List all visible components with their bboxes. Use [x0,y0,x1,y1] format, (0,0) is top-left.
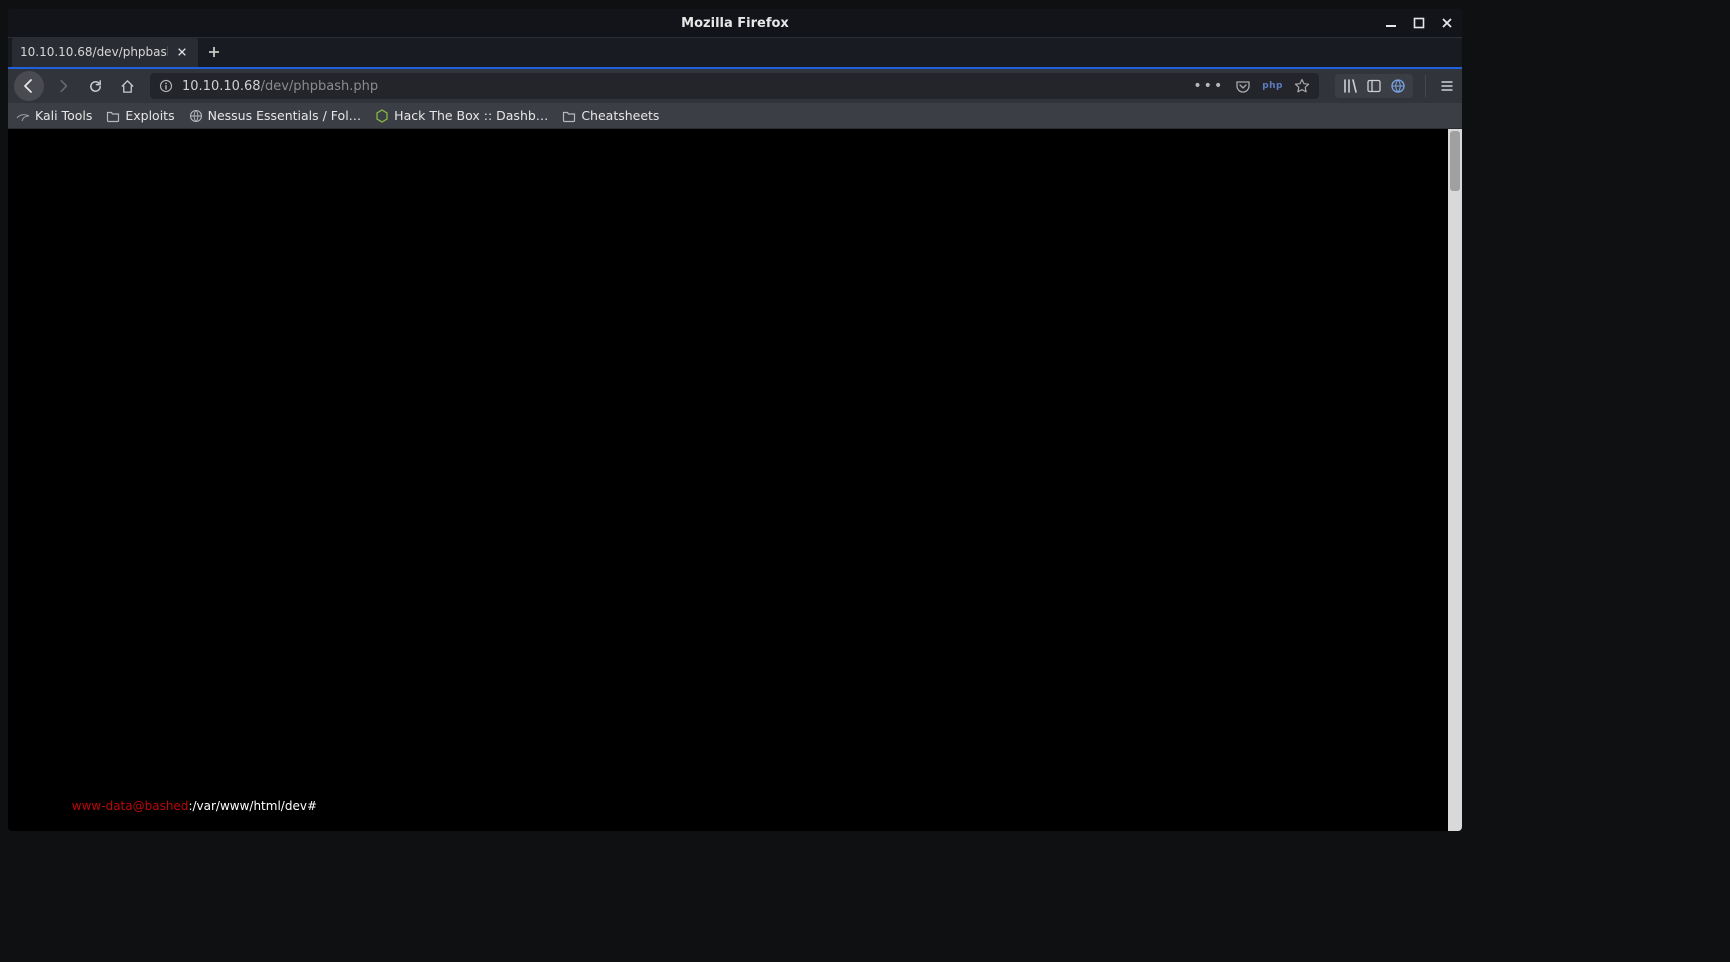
firefox-window: Mozilla Firefox 10.10.10.68/dev/phpbash.… [8,9,1462,831]
bookmark-exploits[interactable]: Exploits [106,108,174,123]
window-controls [1382,14,1456,32]
tab-strip: 10.10.10.68/dev/phpbash.php [8,37,1462,69]
prompt-path: /var/www/html/dev [192,799,306,813]
window-minimize-button[interactable] [1382,14,1400,32]
bookmark-nessus[interactable]: Nessus Essentials / Fol… [189,108,362,123]
window-title: Mozilla Firefox [681,16,789,31]
php-indicator: php [1262,81,1283,91]
prompt-suffix: # [307,799,317,813]
bookmarks-toolbar: Kali Tools Exploits Nessus Essentials / … [8,103,1462,129]
bookmark-htb[interactable]: Hack The Box :: Dashb… [375,108,548,123]
tab-close-button[interactable] [174,44,190,60]
toolbar-divider [1425,75,1426,97]
sidebar-icon[interactable] [1365,77,1383,95]
window-close-button[interactable] [1438,14,1456,32]
site-info-icon[interactable] [158,78,174,94]
url-right-cluster: ••• php [1193,77,1311,95]
bookmark-label: Hack The Box :: Dashb… [394,108,548,123]
tab-label-main: 10.10.10.68/dev/phpbash.p [20,45,168,59]
page-actions-dots-icon[interactable]: ••• [1193,78,1224,94]
url-host: 10.10.10.68 [182,79,261,94]
library-icon[interactable] [1341,77,1359,95]
folder-icon [562,109,576,123]
home-button[interactable] [114,73,140,99]
window-titlebar: Mozilla Firefox [8,9,1462,37]
kali-icon [16,109,30,123]
folder-icon [106,109,120,123]
bookmark-label: Kali Tools [35,108,92,123]
pocket-icon[interactable] [1234,77,1252,95]
bookmark-label: Nessus Essentials / Fol… [208,108,362,123]
bookmark-star-icon[interactable] [1293,77,1311,95]
bookmark-label: Cheatsheets [581,108,659,123]
new-tab-button[interactable] [198,37,230,67]
url-text: 10.10.10.68/dev/phpbash.php [182,79,378,94]
terminal-area[interactable]: www-data@bashed:/var/www/html/dev# [8,129,1448,831]
tab-active[interactable]: 10.10.10.68/dev/phpbash.php [12,37,198,67]
bookmark-kali-tools[interactable]: Kali Tools [16,108,92,123]
tab-label: 10.10.10.68/dev/phpbash.php [20,45,168,59]
shell-prompt: www-data@bashed:/var/www/html/dev# [14,785,317,827]
bookmark-label: Exploits [125,108,174,123]
reload-button[interactable] [82,73,108,99]
back-button[interactable] [14,71,44,101]
hamburger-menu-icon[interactable] [1438,77,1456,95]
vertical-scrollbar[interactable] [1448,129,1462,831]
navigation-toolbar: 10.10.10.68/dev/phpbash.php ••• php [8,69,1462,103]
page-viewport: www-data@bashed:/var/www/html/dev# [8,129,1462,831]
scrollbar-thumb[interactable] [1450,131,1460,191]
url-bar[interactable]: 10.10.10.68/dev/phpbash.php ••• php [150,73,1319,99]
prompt-user: www-data@bashed [72,799,189,813]
toolbar-addons [1335,74,1413,98]
addon-globe-icon[interactable] [1389,77,1407,95]
window-maximize-button[interactable] [1410,14,1428,32]
bookmark-cheatsheets[interactable]: Cheatsheets [562,108,659,123]
url-path: /dev/phpbash.php [261,79,379,94]
forward-button[interactable] [50,73,76,99]
globe-icon [189,109,203,123]
toolbar-right [1335,74,1456,98]
htb-icon [375,109,389,123]
